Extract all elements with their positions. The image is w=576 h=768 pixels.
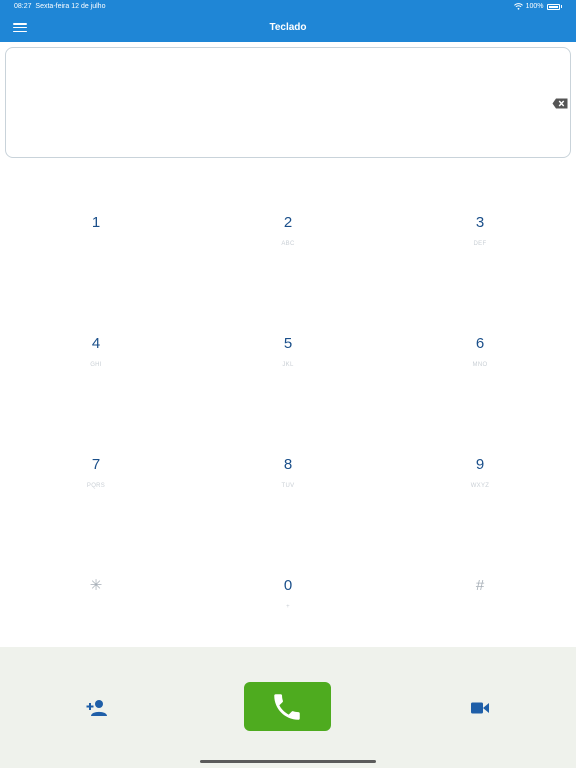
key-8[interactable]: 8 TUV (228, 456, 348, 516)
backspace-icon[interactable] (552, 98, 568, 109)
battery-tip (560, 5, 562, 8)
key-0[interactable]: 0 + (228, 577, 348, 637)
key-2[interactable]: 2 ABC (228, 214, 348, 274)
key-letters: DEF (473, 241, 487, 247)
key-star[interactable]: ✳ (36, 577, 156, 637)
phone-icon (274, 694, 300, 720)
key-letters: GHI (90, 362, 102, 368)
key-letters: WXYZ (470, 483, 490, 489)
key-digit: 0 (283, 577, 293, 594)
key-digit: 1 (91, 214, 101, 231)
key-digit: 2 (283, 214, 293, 231)
status-time: 08:27 (14, 3, 32, 10)
key-digit: 9 (475, 456, 485, 473)
status-date: Sexta-feira 12 de julho (35, 3, 106, 10)
key-letters: ABC (281, 241, 295, 247)
battery-icon (546, 3, 560, 10)
key-letters: PQRS (86, 483, 106, 489)
key-3[interactable]: 3 DEF (420, 214, 540, 274)
key-digit: # (475, 577, 485, 594)
key-digit: 8 (283, 456, 293, 473)
key-digit: 6 (475, 335, 485, 352)
key-9[interactable]: 9 WXYZ (420, 456, 540, 516)
battery-percent: 100% (525, 3, 544, 10)
key-digit: 4 (91, 335, 101, 352)
video-camera-icon[interactable] (471, 701, 489, 715)
key-letters: TUV (281, 483, 295, 489)
key-6[interactable]: 6 MNO (420, 335, 540, 395)
page-title: Teclado (269, 22, 307, 33)
key-letters: MNO (472, 362, 488, 368)
number-display-field[interactable] (5, 47, 571, 158)
wifi-icon (513, 3, 523, 10)
key-letters: JKL (282, 362, 294, 368)
key-digit: 5 (283, 335, 293, 352)
navigation-bar: Teclado (0, 14, 576, 42)
key-5[interactable]: 5 JKL (228, 335, 348, 395)
home-indicator (200, 760, 376, 763)
key-letters: + (286, 604, 290, 610)
call-button[interactable] (244, 682, 331, 731)
key-digit: ✳ (89, 577, 103, 594)
key-1[interactable]: 1 (36, 214, 156, 274)
status-right: 100% (513, 3, 562, 10)
key-digit: 7 (91, 456, 101, 473)
person-add-icon[interactable] (86, 699, 108, 717)
key-7[interactable]: 7 PQRS (36, 456, 156, 516)
status-time-date: 08:27 Sexta-feira 12 de julho (14, 3, 105, 10)
status-bar: 08:27 Sexta-feira 12 de julho 100% (0, 0, 576, 14)
key-4[interactable]: 4 GHI (36, 335, 156, 395)
key-digit: 3 (475, 214, 485, 231)
key-hash[interactable]: # (420, 577, 540, 637)
